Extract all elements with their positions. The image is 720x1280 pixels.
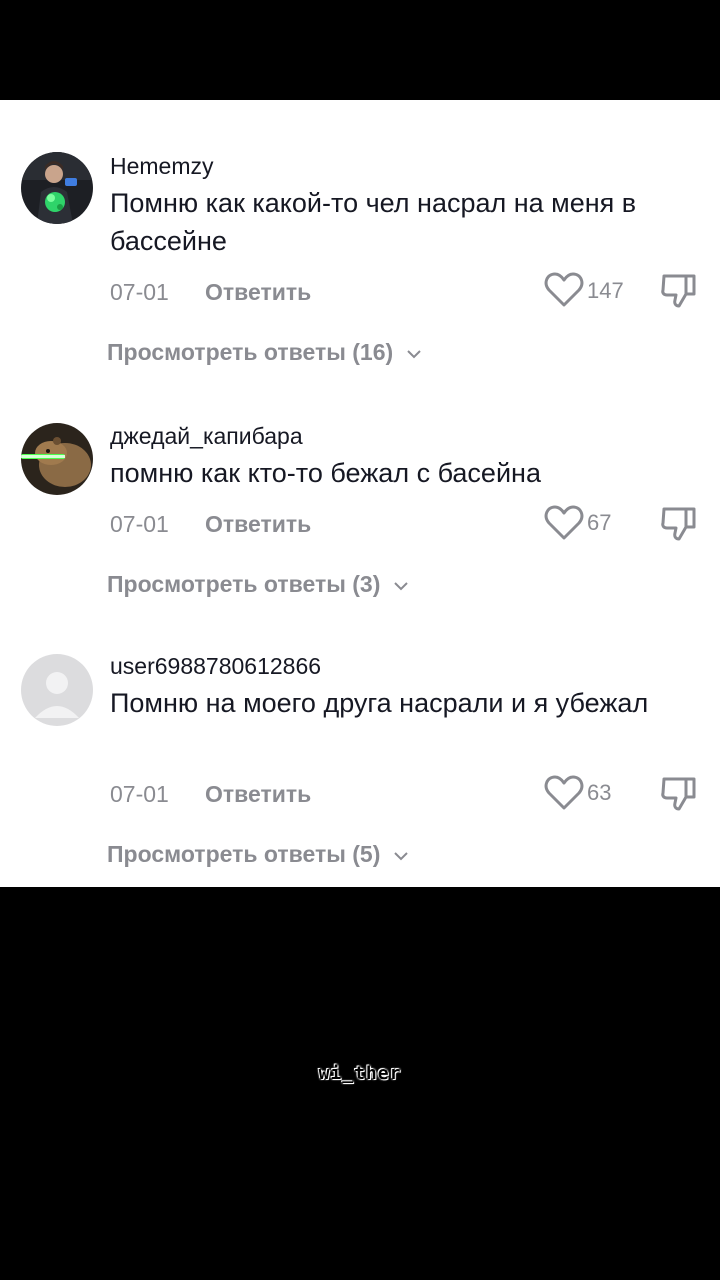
heart-icon[interactable] bbox=[544, 272, 584, 308]
view-replies-button[interactable]: Просмотреть ответы (5) bbox=[107, 840, 409, 868]
comment-text: Помню как какой-то чел насрал на меня в … bbox=[110, 188, 637, 256]
dislike-icon[interactable] bbox=[660, 505, 698, 543]
watermark: wi_ther bbox=[318, 1063, 402, 1084]
heart-icon[interactable] bbox=[544, 505, 584, 541]
comment-username[interactable]: джедай_капибара bbox=[110, 422, 303, 450]
capybara-avatar-icon bbox=[21, 423, 93, 495]
reply-button[interactable]: Ответить bbox=[205, 780, 311, 808]
dislike-icon[interactable] bbox=[660, 775, 698, 813]
comment-date: 07-01 bbox=[110, 781, 169, 807]
default-user-avatar-icon bbox=[21, 654, 93, 726]
reply-button[interactable]: Ответить bbox=[205, 278, 311, 306]
view-replies-button[interactable]: Просмотреть ответы (3) bbox=[107, 570, 409, 598]
like-count: 147 bbox=[587, 278, 624, 303]
avatar[interactable] bbox=[21, 152, 93, 224]
view-replies-label: Просмотреть ответы (16) bbox=[107, 339, 394, 365]
chevron-down-icon bbox=[406, 350, 421, 359]
chevron-down-icon bbox=[394, 852, 408, 861]
avatar[interactable] bbox=[21, 423, 93, 495]
comment-date: 07-01 bbox=[110, 279, 169, 305]
like-count: 67 bbox=[587, 510, 612, 535]
user-photo-avatar-icon bbox=[21, 152, 93, 224]
comment-username[interactable]: Hememzy bbox=[110, 152, 214, 180]
comments-panel: Hememzy Помню как какой-то чел насрал на… bbox=[0, 100, 720, 887]
chevron-down-icon bbox=[394, 582, 408, 591]
comment-text: Помню на моего друга насрали и я убежал bbox=[110, 688, 649, 718]
comment-text: помню как кто-то бежал с басейна bbox=[110, 458, 541, 488]
avatar[interactable] bbox=[21, 654, 93, 726]
view-replies-label: Просмотреть ответы (3) bbox=[107, 571, 381, 597]
heart-icon[interactable] bbox=[544, 775, 584, 811]
comment-date: 07-01 bbox=[110, 511, 169, 537]
reply-button[interactable]: Ответить bbox=[205, 510, 311, 538]
view-replies-label: Просмотреть ответы (5) bbox=[107, 841, 381, 867]
like-count: 63 bbox=[587, 780, 612, 805]
view-replies-button[interactable]: Просмотреть ответы (16) bbox=[107, 338, 422, 366]
comment-username[interactable]: user6988780612866 bbox=[110, 652, 321, 680]
dislike-icon[interactable] bbox=[660, 272, 698, 310]
